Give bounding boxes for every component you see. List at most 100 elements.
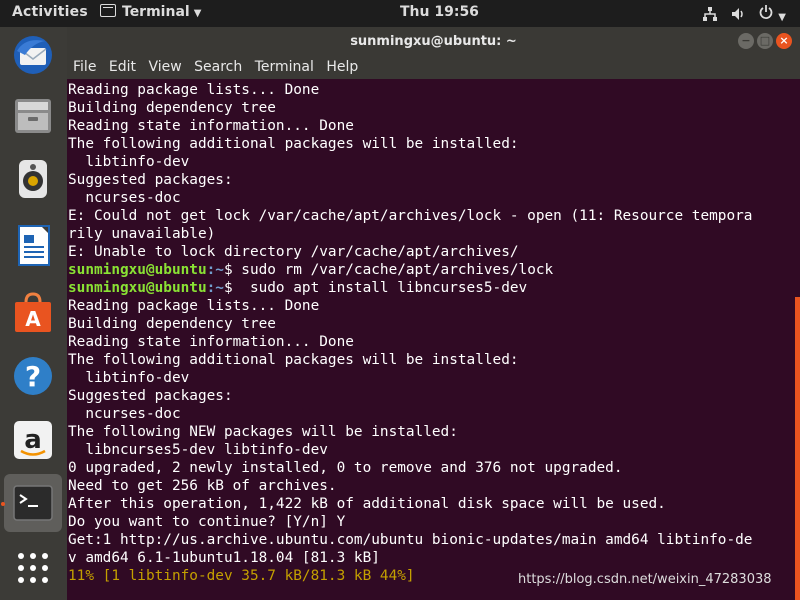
- show-applications-button[interactable]: [10, 545, 56, 591]
- dock-item-amazon[interactable]: a: [10, 417, 56, 463]
- minimize-button[interactable]: −: [738, 33, 754, 49]
- ubuntu-software-icon: A: [15, 292, 51, 332]
- files-icon: [15, 99, 51, 133]
- terminal-line-text: E: Unable to lock directory /var/cache/a…: [68, 244, 519, 260]
- terminal-line: 0 upgraded, 2 newly installed, 0 to remo…: [68, 459, 800, 477]
- terminal-line-text: libtinfo-dev: [68, 370, 190, 386]
- terminal-line: Building dependency tree: [68, 315, 800, 333]
- clock[interactable]: Thu 19:56: [400, 4, 479, 20]
- window-titlebar[interactable]: sunmingxu@ubuntu: ~ − □ ×: [67, 27, 800, 57]
- terminal-line-text: Need to get 256 kB of archives.: [68, 478, 337, 494]
- terminal-line-text: v amd64 6.1-1ubuntu1.18.04 [81.3 kB]: [68, 550, 380, 566]
- terminal-line-text: libncurses5-dev libtinfo-dev: [68, 442, 328, 458]
- terminal-line-text: Reading package lists... Done: [68, 298, 320, 314]
- network-icon: [703, 7, 718, 21]
- dock-item-ubuntu-software[interactable]: A: [10, 289, 56, 335]
- terminal-line-text: ncurses-doc: [68, 406, 181, 422]
- terminal-text: Reading package lists... Done Building de…: [68, 81, 800, 585]
- chevron-down-icon: ▼: [778, 12, 786, 23]
- window-title: sunmingxu@ubuntu: ~: [350, 34, 517, 49]
- terminal-line-text: Suggested packages:: [68, 388, 233, 404]
- dock-item-help[interactable]: ?: [10, 353, 56, 399]
- terminal-line: ncurses-doc: [68, 189, 800, 207]
- terminal-line: Reading package lists... Done: [68, 297, 800, 315]
- maximize-button[interactable]: □: [757, 33, 773, 49]
- chevron-down-icon: ▼: [193, 8, 202, 19]
- libreoffice-writer-icon: [18, 225, 50, 266]
- dock-item-rhythmbox[interactable]: [10, 155, 56, 201]
- terminal-line: libtinfo-dev: [68, 153, 800, 171]
- menu-search[interactable]: Search: [194, 59, 242, 75]
- dock-item-thunderbird[interactable]: [10, 32, 56, 78]
- terminal-line: rily unavailable): [68, 225, 800, 243]
- prompt-user: sunmingxu@ubuntu: [68, 280, 207, 296]
- terminal-line-text: $ sudo apt install libncurses5-dev: [223, 280, 528, 296]
- help-icon: ?: [14, 357, 52, 395]
- activities-button[interactable]: Activities: [12, 4, 88, 20]
- watermark: https://blog.csdn.net/weixin_47283038: [518, 572, 772, 587]
- power-menu[interactable]: ▼: [758, 4, 786, 24]
- terminal-line-text: The following NEW packages will be insta…: [68, 424, 458, 440]
- power-icon: [759, 5, 773, 19]
- terminal-line: libtinfo-dev: [68, 369, 800, 387]
- terminal-icon: [13, 485, 53, 521]
- terminal-line-text: The following additional packages will b…: [68, 136, 519, 152]
- terminal-line-text: After this operation, 1,422 kB of additi…: [68, 496, 666, 512]
- close-button[interactable]: ×: [776, 33, 792, 49]
- terminal-line: Building dependency tree: [68, 99, 800, 117]
- terminal-line-text: Get:1 http://us.archive.ubuntu.com/ubunt…: [68, 532, 753, 548]
- terminal-line: sunmingxu@ubuntu:~$ sudo apt install lib…: [68, 279, 800, 297]
- rhythmbox-icon: [19, 160, 47, 198]
- terminal-line: The following additional packages will b…: [68, 351, 800, 369]
- terminal-line: v amd64 6.1-1ubuntu1.18.04 [81.3 kB]: [68, 549, 800, 567]
- terminal-line-text: Do you want to continue? [Y/n] Y: [68, 514, 346, 530]
- dock: A ? a: [0, 27, 67, 600]
- menu-view[interactable]: View: [148, 59, 181, 75]
- volume-icon: [732, 8, 744, 20]
- amazon-icon: a: [14, 421, 52, 459]
- thunderbird-icon: [14, 36, 52, 74]
- menu-edit[interactable]: Edit: [109, 59, 136, 75]
- terminal-line-text: E: Could not get lock /var/cache/apt/arc…: [68, 208, 753, 224]
- terminal-output[interactable]: Reading package lists... Done Building de…: [67, 79, 800, 600]
- svg-text:?: ?: [25, 360, 41, 393]
- prompt-path: :~: [206, 280, 224, 296]
- terminal-line: Suggested packages:: [68, 171, 800, 189]
- terminal-line-text: Suggested packages:: [68, 172, 233, 188]
- terminal-line-text: Reading state information... Done: [68, 118, 354, 134]
- scrollbar[interactable]: [795, 297, 800, 600]
- terminal-line-text: $ sudo rm /var/cache/apt/archives/lock: [223, 262, 554, 278]
- terminal-line: ncurses-doc: [68, 405, 800, 423]
- terminal-line: E: Unable to lock directory /var/cache/a…: [68, 243, 800, 261]
- system-tray[interactable]: ▼: [702, 4, 786, 24]
- show-applications-icon: [18, 553, 48, 583]
- top-bar: Activities Terminal ▼ Thu 19:56 ▼: [0, 0, 800, 27]
- menu-help[interactable]: Help: [326, 59, 358, 75]
- dock-item-writer[interactable]: [10, 222, 56, 268]
- terminal-line-text: Building dependency tree: [68, 316, 276, 332]
- running-indicator: [1, 502, 5, 506]
- terminal-line: The following NEW packages will be insta…: [68, 423, 800, 441]
- download-progress: 11% [1 libtinfo-dev 35.7 kB/81.3 kB 44%]: [68, 568, 415, 584]
- menu-terminal[interactable]: Terminal: [255, 59, 314, 75]
- app-menu-label: Terminal: [122, 4, 190, 20]
- terminal-line: Reading package lists... Done: [68, 81, 800, 99]
- dock-item-files[interactable]: [10, 92, 56, 138]
- terminal-line: Suggested packages:: [68, 387, 800, 405]
- terminal-line: Reading state information... Done: [68, 333, 800, 351]
- dock-item-terminal[interactable]: [4, 474, 62, 532]
- menu-file[interactable]: File: [73, 59, 96, 75]
- terminal-line-text: Reading state information... Done: [68, 334, 354, 350]
- terminal-line: Reading state information... Done: [68, 117, 800, 135]
- terminal-line-text: libtinfo-dev: [68, 154, 190, 170]
- prompt-user: sunmingxu@ubuntu: [68, 262, 207, 278]
- terminal-line: After this operation, 1,422 kB of additi…: [68, 495, 800, 513]
- terminal-line: Need to get 256 kB of archives.: [68, 477, 800, 495]
- terminal-line-text: 0 upgraded, 2 newly installed, 0 to remo…: [68, 460, 623, 476]
- app-menu[interactable]: Terminal ▼: [100, 4, 201, 20]
- terminal-line: libncurses5-dev libtinfo-dev: [68, 441, 800, 459]
- terminal-line-text: The following additional packages will b…: [68, 352, 519, 368]
- terminal-line-text: rily unavailable): [68, 226, 216, 242]
- svg-text:A: A: [25, 307, 41, 331]
- terminal-line-text: ncurses-doc: [68, 190, 181, 206]
